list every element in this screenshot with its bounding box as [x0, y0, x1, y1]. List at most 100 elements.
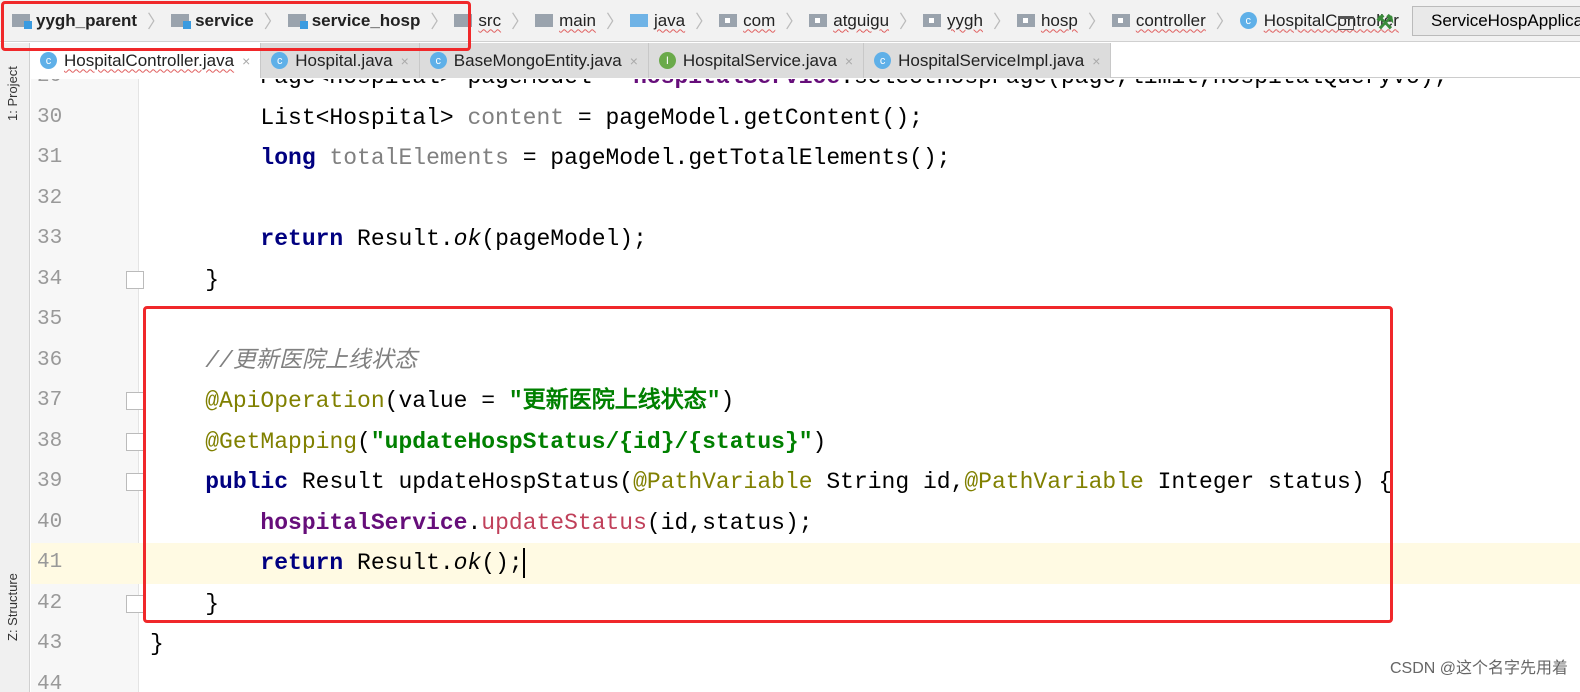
breadcrumb-label: hosp	[1040, 10, 1078, 30]
breadcrumb-label: com	[743, 10, 776, 30]
tab-label: HospitalController.java	[64, 50, 235, 70]
source-folder-icon	[629, 14, 648, 27]
line-number: 31	[37, 146, 63, 169]
code-line: 31 long totalElements = pageModel.getTot…	[31, 138, 1580, 179]
code-text: List<Hospital> content = pageModel.getCo…	[150, 98, 923, 139]
tab-label: HospitalServiceImpl.java	[898, 50, 1085, 70]
line-number: 43	[37, 632, 63, 655]
code-token: .selectHospPage(page,limit,hospitalQuery…	[840, 79, 1447, 90]
breadcrumb-label: atguigu	[833, 10, 890, 30]
breadcrumb-item[interactable]: atguigu	[809, 11, 889, 31]
line-number: 34	[37, 267, 63, 291]
project-tool-button[interactable]: 1: Project	[5, 66, 20, 121]
code-token: Result.	[343, 226, 454, 252]
code-line: 33 return Result.ok(pageModel);	[31, 219, 1580, 260]
highlight-box-method	[143, 306, 1393, 623]
code-token: }	[150, 631, 164, 657]
code-text: long totalElements = pageModel.getTotalE…	[150, 138, 951, 179]
code-text: Page<Hospital> pageModel = hospitalServi…	[150, 79, 1447, 98]
close-icon[interactable]: ×	[242, 53, 250, 69]
interface-icon: I	[658, 52, 676, 69]
class-icon: c	[1239, 12, 1257, 29]
chevron-right-icon: 〉	[785, 11, 804, 32]
code-token: Page<Hospital> pageModel =	[150, 79, 633, 90]
breadcrumb-label: main	[559, 10, 596, 30]
run-config-label: ServiceHospApplication	[1431, 11, 1580, 30]
fold-marker-icon[interactable]	[126, 594, 144, 613]
watermark: CSDN @这个名字先用着	[1389, 660, 1568, 677]
tab-label: HospitalService.java	[682, 50, 837, 70]
code-line: 29 Page<Hospital> pageModel = hospitalSe…	[31, 79, 1580, 98]
left-tool-strip: 1: Project Z: Structure	[0, 43, 30, 692]
line-number: 35	[37, 308, 63, 331]
tab-hospitalservice-java[interactable]: I HospitalService.java ×	[648, 43, 865, 78]
breadcrumb-label: src	[478, 10, 502, 30]
code-text: }	[150, 624, 164, 665]
tab-label: BaseMongoEntity.java	[453, 50, 622, 70]
fold-marker-icon[interactable]	[126, 473, 144, 491]
code-token: hospitalService	[633, 79, 840, 90]
close-icon[interactable]: ×	[845, 53, 853, 69]
chevron-right-icon: 〉	[695, 11, 714, 32]
chevron-right-icon: 〉	[605, 11, 624, 32]
line-number: 39	[37, 470, 63, 493]
class-icon: c	[40, 52, 57, 69]
breadcrumb-item[interactable]: com	[719, 11, 775, 31]
class-icon: c	[429, 52, 447, 69]
breadcrumb-label: controller	[1135, 10, 1206, 30]
close-icon[interactable]: ×	[1092, 53, 1100, 69]
code-token: List<Hospital>	[150, 104, 468, 131]
breadcrumb-item[interactable]: controller	[1111, 10, 1206, 31]
line-number: 42	[37, 591, 63, 615]
code-line: 32	[31, 179, 1580, 220]
code-token: ok	[453, 226, 482, 252]
code-text: }	[150, 260, 219, 301]
tab-hospitalserviceimpl-java[interactable]: c HospitalServiceImpl.java ×	[864, 43, 1112, 78]
chevron-right-icon: 〉	[1215, 11, 1234, 32]
line-number: 41	[37, 551, 63, 574]
code-token: content	[467, 104, 565, 131]
line-number: 33	[37, 227, 63, 250]
structure-tool-button[interactable]: Z: Structure	[5, 573, 20, 641]
fold-marker-icon[interactable]	[126, 392, 144, 410]
chevron-right-icon: 〉	[1087, 11, 1106, 32]
code-token: }	[150, 266, 220, 293]
highlight-box-breadcrumb	[1, 1, 471, 51]
package-icon	[719, 14, 738, 27]
package-icon	[1111, 14, 1130, 27]
breadcrumb-label: yygh	[947, 10, 983, 30]
chevron-right-icon: 〉	[511, 11, 530, 32]
code-line: 44	[31, 665, 1580, 692]
code-token: = pageModel.getTotalElements();	[508, 145, 951, 171]
code-text: return Result.ok(pageModel);	[150, 219, 647, 260]
close-icon[interactable]: ×	[630, 53, 638, 69]
breadcrumb-item[interactable]: yygh	[923, 11, 983, 31]
breadcrumb-item[interactable]: hosp	[1016, 10, 1078, 31]
line-number: 40	[37, 510, 63, 534]
code-token: (pageModel);	[481, 226, 647, 252]
tab-label: Hospital.java	[295, 50, 393, 70]
build-hammer-icon[interactable]: ⚒	[1376, 10, 1394, 35]
fold-marker-icon[interactable]	[126, 270, 144, 289]
line-number: 37	[37, 389, 63, 412]
close-icon[interactable]: ×	[401, 53, 409, 69]
folder-icon	[535, 14, 554, 27]
class-icon: c	[271, 52, 289, 69]
class-icon: c	[874, 52, 892, 69]
code-token: = pageModel.getContent();	[564, 104, 923, 131]
code-token: long	[260, 145, 316, 171]
code-token: return	[260, 226, 344, 252]
line-number: 38	[37, 429, 63, 453]
fold-marker-icon[interactable]	[126, 432, 144, 451]
toolbar: ⚒	[1338, 10, 1394, 35]
package-icon	[923, 14, 942, 27]
layout-icon[interactable]	[1338, 15, 1354, 30]
run-configuration-select[interactable]: ServiceHospApplication	[1412, 6, 1580, 36]
breadcrumb-item[interactable]: java	[629, 11, 685, 31]
breadcrumb-item[interactable]: main	[535, 11, 596, 31]
package-icon	[809, 14, 828, 27]
code-line: 34 }	[31, 260, 1580, 301]
code-line: 43}	[31, 624, 1580, 665]
line-number: 32	[37, 186, 63, 210]
